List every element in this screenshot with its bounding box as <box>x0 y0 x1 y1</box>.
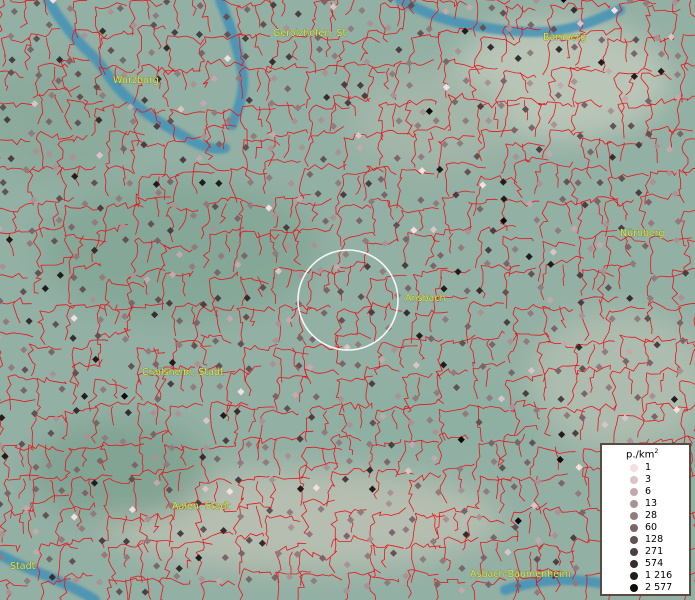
legend-row: 28 <box>602 510 690 522</box>
legend-value: 574 <box>645 558 664 569</box>
legend-row: 1 <box>602 462 690 474</box>
place-label-gerolzhofen: Gerolzhofen, St <box>273 28 346 39</box>
legend-unit: p./km <box>626 449 655 461</box>
legend-dot <box>630 584 638 592</box>
legend-row: 6 <box>602 486 690 498</box>
place-label-asbach: Asbach-Bäumenheim <box>470 569 571 580</box>
legend-dot <box>630 536 638 544</box>
legend-row: 271 <box>602 546 690 558</box>
legend-value: 1 216 <box>645 570 673 581</box>
legend-dot <box>630 464 638 472</box>
legend-unit-power: 2 <box>654 448 659 455</box>
legend-dot <box>630 548 638 556</box>
legend-value: 13 <box>645 498 658 509</box>
legend-value: 128 <box>645 534 664 545</box>
legend-value: 3 <box>645 474 652 485</box>
legend-dot <box>630 500 638 508</box>
legend-dot <box>630 572 638 580</box>
legend-value: 2 577 <box>645 582 673 593</box>
legend-row: 128 <box>602 534 690 546</box>
legend-value: 1 <box>645 462 652 473</box>
place-label-stadt: Stadt <box>10 561 36 572</box>
legend-value: 6 <box>645 486 652 497</box>
legend-row: 2 577 <box>602 582 690 594</box>
legend-row: 13 <box>602 498 690 510</box>
legend-dot <box>630 512 638 520</box>
legend-dot <box>630 560 638 568</box>
place-label-ansbach: Ansbach <box>405 293 446 304</box>
map-canvas[interactable]: Gerolzhofen, St Bamberg Würzburg Nürnber… <box>0 0 695 600</box>
legend-dot <box>630 476 638 484</box>
legend-value: 271 <box>645 546 664 557</box>
legend-row: 3 <box>602 474 690 486</box>
legend-title: p./km2 <box>626 448 658 460</box>
legend-row: 60 <box>602 522 690 534</box>
legend-value: 60 <box>645 522 658 533</box>
place-label-wuerzburg: Würzburg <box>113 75 159 86</box>
legend-row: 574 <box>602 558 690 570</box>
legend-dot <box>630 524 638 532</box>
legend-row: 1 216 <box>602 570 690 582</box>
legend-dot <box>630 488 638 496</box>
legend-value: 28 <box>645 510 658 521</box>
place-label-nuernberg: Nürnberg <box>620 228 665 239</box>
place-label-bamberg: Bamberg <box>543 32 586 43</box>
density-legend: p./km2 1 3 6 13 28 60 128 271 574 1 216 … <box>600 443 691 596</box>
place-label-crailsheim: Crailsheim, Stadt <box>142 367 224 378</box>
place-label-aalen: Aalen, Stadt <box>172 501 230 512</box>
